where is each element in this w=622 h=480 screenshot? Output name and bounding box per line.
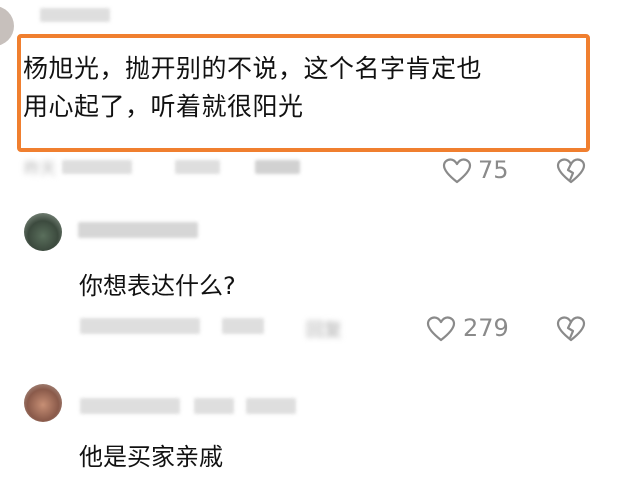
dislike-icon[interactable] bbox=[556, 158, 586, 184]
avatar[interactable] bbox=[24, 384, 62, 422]
comment-text: 你想表达什么? bbox=[79, 272, 236, 300]
like-count: 75 bbox=[478, 156, 509, 184]
meta-blurred bbox=[255, 160, 300, 174]
username-blurred bbox=[194, 398, 234, 414]
meta-blurred bbox=[175, 160, 220, 174]
comment-text: 他是买家亲戚 bbox=[79, 443, 223, 471]
username-blurred bbox=[80, 398, 180, 414]
comment-text-line-2: 用心起了，听着就很阳光 bbox=[23, 92, 304, 121]
meta-blurred bbox=[80, 318, 200, 334]
comment-text-line-1: 杨旭光，抛开别的不说，这个名字肯定也 bbox=[23, 54, 483, 83]
like-count: 279 bbox=[463, 314, 509, 342]
username-blurred bbox=[78, 222, 198, 238]
comment-text: 杨旭光，抛开别的不说，这个名字肯定也 用心起了，听着就很阳光 bbox=[23, 50, 583, 126]
avatar[interactable] bbox=[0, 6, 14, 46]
reply-button[interactable]: 回复 bbox=[306, 316, 342, 342]
dislike-icon[interactable] bbox=[556, 316, 586, 342]
username-blurred bbox=[246, 398, 296, 414]
avatar[interactable] bbox=[24, 213, 62, 251]
like-icon[interactable] bbox=[442, 158, 472, 184]
meta-blurred bbox=[222, 318, 264, 334]
comment-meta: 昨天 bbox=[24, 159, 57, 178]
like-icon[interactable] bbox=[426, 316, 456, 342]
username-blurred bbox=[40, 8, 110, 22]
meta-blurred bbox=[62, 160, 132, 174]
